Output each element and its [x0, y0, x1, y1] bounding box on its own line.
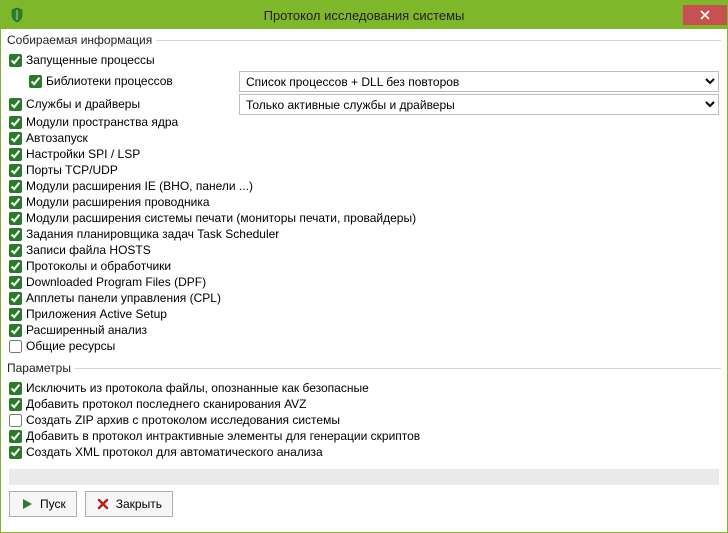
window-close-button[interactable] [683, 5, 727, 25]
collect-item-label-5: Модули расширения проводника [26, 195, 210, 210]
collect-item-checkbox-0[interactable] [9, 116, 22, 129]
param-item-checkbox-0[interactable] [9, 382, 22, 395]
window-title: Протокол исследования системы [1, 8, 727, 23]
group-collected-info: Собираемая информация Запущенные процесс… [7, 33, 721, 357]
titlebar: Протокол исследования системы [1, 1, 727, 29]
collect-item-row: Модули расширения проводника [9, 195, 719, 210]
collect-item-row: Настройки SPI / LSP [9, 147, 719, 162]
collect-item-checkbox-9[interactable] [9, 260, 22, 273]
param-item-checkbox-4[interactable] [9, 446, 22, 459]
play-icon [20, 497, 34, 511]
close-icon [96, 497, 110, 511]
group-parameters: Параметры Исключить из протокола файлы, … [7, 361, 721, 463]
collect-item-row: Downloaded Program Files (DPF) [9, 275, 719, 290]
collect-item-label-11: Апплеты панели управления (CPL) [26, 291, 221, 306]
checkbox-process-libraries[interactable] [29, 75, 42, 88]
collect-item-row: Модули расширения IE (BHO, панели ...) [9, 179, 719, 194]
collect-item-label-6: Модули расширения системы печати (монито… [26, 211, 416, 226]
param-item-row: Добавить протокол последнего сканировани… [9, 397, 719, 412]
collect-item-label-12: Приложения Active Setup [26, 307, 167, 322]
param-item-row: Создать XML протокол для автоматического… [9, 445, 719, 460]
progress-placeholder [9, 469, 719, 485]
label-services-drivers: Службы и драйверы [26, 97, 140, 112]
collect-item-row: Задания планировщика задач Task Schedule… [9, 227, 719, 242]
collect-item-checkbox-5[interactable] [9, 196, 22, 209]
combo-services-filter[interactable]: Только активные службы и драйверы [239, 94, 719, 115]
collect-item-checkbox-8[interactable] [9, 244, 22, 257]
param-item-label-2: Создать ZIP архив с протоколом исследова… [26, 413, 340, 428]
collect-item-row: Общие ресурсы [9, 339, 719, 354]
checkbox-running-processes[interactable] [9, 54, 22, 67]
combo-process-list-mode[interactable]: Список процессов + DLL без повторов [239, 71, 719, 92]
group-collected-info-legend: Собираемая информация [7, 33, 156, 47]
label-running-processes: Запущенные процессы [26, 53, 155, 68]
group-parameters-legend: Параметры [7, 361, 75, 375]
param-item-label-4: Создать XML протокол для автоматического… [26, 445, 323, 460]
collect-item-label-14: Общие ресурсы [26, 339, 115, 354]
collect-item-row: Порты TCP/UDP [9, 163, 719, 178]
param-item-row: Создать ZIP архив с протоколом исследова… [9, 413, 719, 428]
collect-item-row: Автозапуск [9, 131, 719, 146]
start-button-label: Пуск [40, 497, 66, 511]
collect-item-checkbox-1[interactable] [9, 132, 22, 145]
collect-item-label-8: Записи файла HOSTS [26, 243, 151, 258]
collect-item-row: Записи файла HOSTS [9, 243, 719, 258]
collect-item-checkbox-13[interactable] [9, 324, 22, 337]
collect-item-label-3: Порты TCP/UDP [26, 163, 118, 178]
collect-item-row: Модули расширения системы печати (монито… [9, 211, 719, 226]
close-button[interactable]: Закрыть [85, 491, 173, 517]
collect-item-label-13: Расширенный анализ [26, 323, 147, 338]
collect-item-checkbox-11[interactable] [9, 292, 22, 305]
collect-item-row: Протоколы и обработчики [9, 259, 719, 274]
param-item-row: Добавить в протокол интрактивные элемент… [9, 429, 719, 444]
collect-item-checkbox-7[interactable] [9, 228, 22, 241]
collect-item-label-10: Downloaded Program Files (DPF) [26, 275, 206, 290]
collect-item-checkbox-14[interactable] [9, 340, 22, 353]
param-item-checkbox-1[interactable] [9, 398, 22, 411]
collect-item-checkbox-2[interactable] [9, 148, 22, 161]
app-icon [1, 1, 27, 29]
collect-item-checkbox-10[interactable] [9, 276, 22, 289]
collect-item-label-1: Автозапуск [26, 131, 88, 146]
collect-item-checkbox-6[interactable] [9, 212, 22, 225]
param-item-checkbox-3[interactable] [9, 430, 22, 443]
collect-item-checkbox-3[interactable] [9, 164, 22, 177]
collect-item-label-0: Модули пространства ядра [26, 115, 178, 130]
collect-item-checkbox-12[interactable] [9, 308, 22, 321]
param-item-checkbox-2[interactable] [9, 414, 22, 427]
collect-item-row: Приложения Active Setup [9, 307, 719, 322]
close-button-label: Закрыть [116, 497, 162, 511]
checkbox-services-drivers[interactable] [9, 98, 22, 111]
start-button[interactable]: Пуск [9, 491, 77, 517]
collect-item-label-4: Модули расширения IE (BHO, панели ...) [26, 179, 253, 194]
param-item-label-1: Добавить протокол последнего сканировани… [26, 397, 307, 412]
collect-item-label-7: Задания планировщика задач Task Schedule… [26, 227, 279, 242]
param-item-row: Исключить из протокола файлы, опознанные… [9, 381, 719, 396]
collect-item-row: Апплеты панели управления (CPL) [9, 291, 719, 306]
collect-item-row: Расширенный анализ [9, 323, 719, 338]
param-item-label-3: Добавить в протокол интрактивные элемент… [26, 429, 420, 444]
collect-item-label-2: Настройки SPI / LSP [26, 147, 140, 162]
param-item-label-0: Исключить из протокола файлы, опознанные… [26, 381, 369, 396]
collect-item-checkbox-4[interactable] [9, 180, 22, 193]
collect-item-label-9: Протоколы и обработчики [26, 259, 171, 274]
label-process-libraries: Библиотеки процессов [46, 74, 173, 89]
collect-item-row: Модули пространства ядра [9, 115, 719, 130]
